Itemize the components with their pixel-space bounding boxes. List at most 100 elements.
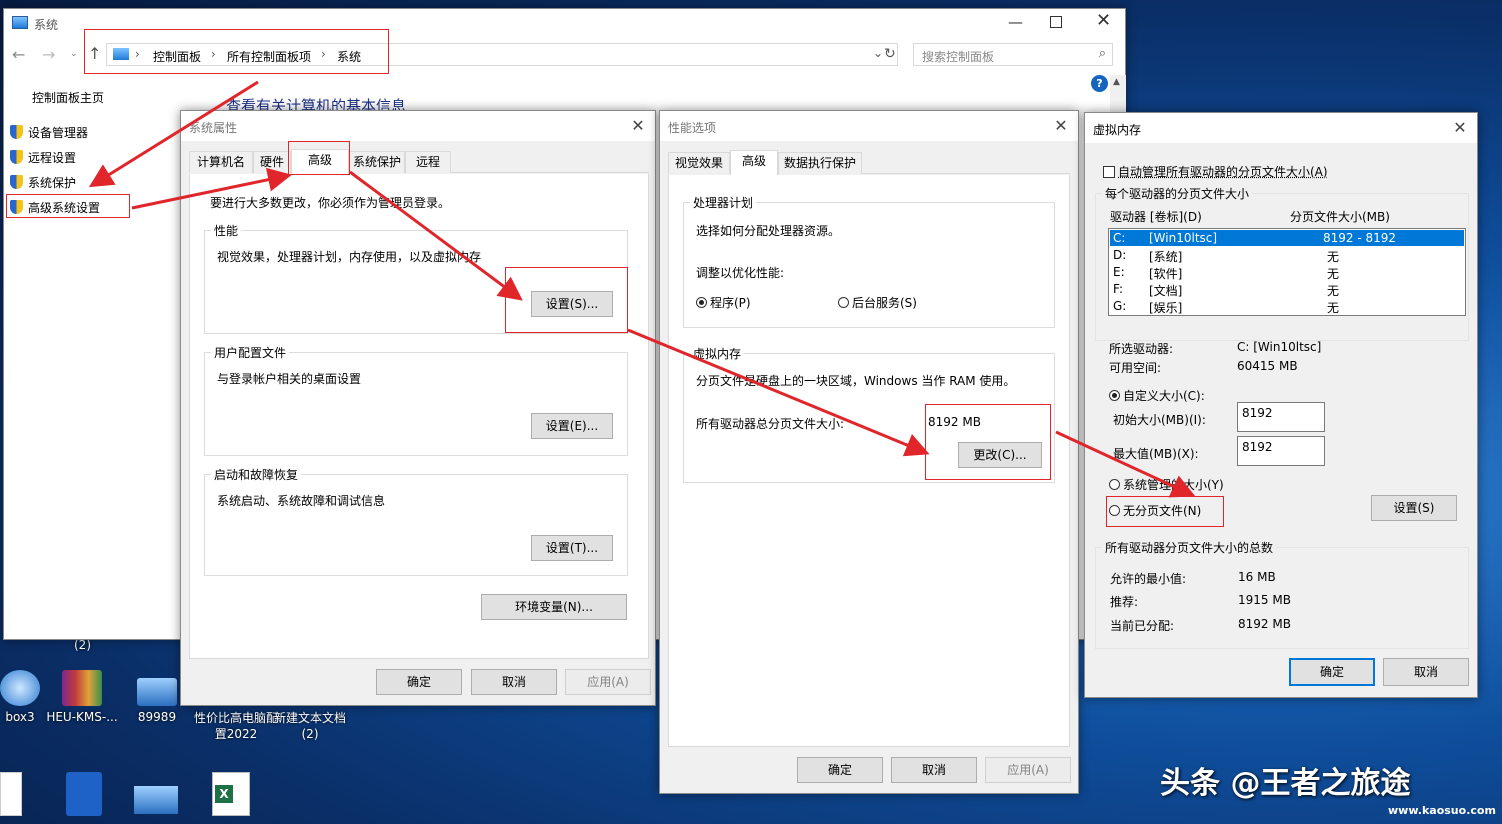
chevron-down-icon[interactable]: ⌄ xyxy=(873,46,883,60)
group-label: 启动和故障恢复 xyxy=(211,466,302,483)
cancel-button[interactable]: 取消 xyxy=(471,669,557,695)
tab-system-protection[interactable]: 系统保护 xyxy=(349,151,405,173)
radio-system-managed[interactable]: 系统管理的大小(Y) xyxy=(1109,476,1224,493)
recommended-value: 1915 MB xyxy=(1238,593,1291,607)
tab-dep[interactable]: 数据执行保护 xyxy=(778,152,862,174)
tab-remote[interactable]: 远程 xyxy=(405,151,451,173)
radio-selected-icon xyxy=(1109,390,1120,401)
desktop-icon-label: 新建文本文档 (2) xyxy=(273,711,346,741)
forward-arrow-icon[interactable]: → xyxy=(42,45,55,64)
close-button[interactable]: ✕ xyxy=(1050,115,1072,137)
breadcrumb-item[interactable]: 系统 xyxy=(337,48,361,65)
drive-letter: F: xyxy=(1113,282,1124,296)
apply-button[interactable]: 应用(A) xyxy=(565,669,651,695)
optimize-label: 调整以优化性能: xyxy=(696,266,785,280)
performance-group: 性能 视觉效果，处理器计划，内存使用，以及虚拟内存 设置(S)... xyxy=(204,222,628,334)
change-button[interactable]: 更改(C)... xyxy=(958,442,1042,468)
group-label: 处理器计划 xyxy=(690,194,757,211)
computer-icon xyxy=(113,48,129,60)
totals-group: 所有驱动器分页文件大小的总数 允许的最小值: 16 MB 推荐: 1915 MB… xyxy=(1095,539,1469,649)
word-file-icon[interactable] xyxy=(0,772,22,816)
profile-settings-button[interactable]: 设置(E)... xyxy=(531,413,613,439)
tab-hardware[interactable]: 硬件 xyxy=(253,151,291,173)
image-file-icon[interactable] xyxy=(134,786,178,814)
radio-background[interactable]: 后台服务(S) xyxy=(838,294,917,311)
sidebar-item-advanced[interactable]: 高级系统设置 xyxy=(10,199,100,216)
excel-badge-icon: X xyxy=(215,785,233,803)
table-app-icon[interactable] xyxy=(66,772,102,816)
search-input[interactable]: 搜索控制面板 ⌕ xyxy=(913,43,1113,66)
tab-advanced[interactable]: 高级 xyxy=(291,149,349,174)
max-size-input[interactable]: 8192 xyxy=(1237,436,1325,466)
dialog-title: 性能选项 xyxy=(668,121,717,135)
maximize-button[interactable] xyxy=(1050,16,1062,28)
radio-programs[interactable]: 程序(P) xyxy=(696,294,751,311)
radio-label: 程序(P) xyxy=(710,296,751,310)
dialog-title: 虚拟内存 xyxy=(1093,123,1142,137)
close-button[interactable]: ✕ xyxy=(1096,10,1111,31)
user-profiles-group: 用户配置文件 与登录帐户相关的桌面设置 设置(E)... xyxy=(204,344,628,456)
breadcrumb-item[interactable]: 所有控制面板项 xyxy=(227,48,311,65)
group-label: 所有驱动器分页文件大小的总数 xyxy=(1102,539,1277,556)
minimize-button[interactable]: — xyxy=(1008,13,1023,31)
radio-icon xyxy=(1109,505,1120,516)
drive-label: [软件] xyxy=(1149,267,1183,281)
drive-label: [文档] xyxy=(1149,284,1183,298)
desktop-icon-heu-kms[interactable]: HEU-KMS-... xyxy=(42,670,122,724)
breadcrumb-item[interactable]: 控制面板 xyxy=(153,48,201,65)
admin-note: 要进行大多数更改，你必须作为管理员登录。 xyxy=(210,196,451,210)
radio-custom-size[interactable]: 自定义大小(C): xyxy=(1109,387,1205,404)
address-bar[interactable]: › 控制面板 › 所有控制面板项 › 系统 ⌄ xyxy=(106,43,898,66)
apply-button[interactable]: 应用(A) xyxy=(985,757,1071,783)
chevron-right-icon: › xyxy=(321,47,326,61)
excel-file-icon[interactable]: X xyxy=(212,772,250,816)
sidebar-item-label: 高级系统设置 xyxy=(28,201,101,215)
group-label: 每个驱动器的分页文件大小 xyxy=(1102,185,1253,202)
profile-description: 与登录帐户相关的桌面设置 xyxy=(217,372,362,386)
back-arrow-icon[interactable]: ← xyxy=(12,45,25,64)
app-icon xyxy=(0,670,40,706)
ok-button[interactable]: 确定 xyxy=(797,757,883,783)
drive-size: 无 xyxy=(1327,301,1340,315)
recommended-label: 推荐: xyxy=(1110,595,1139,609)
tab-advanced[interactable]: 高级 xyxy=(730,150,778,175)
cancel-button[interactable]: 取消 xyxy=(891,757,977,783)
shield-icon xyxy=(10,200,23,214)
tab-computer-name[interactable]: 计算机名 xyxy=(189,151,253,173)
selected-drive-label: 所选驱动器: xyxy=(1109,342,1174,356)
refresh-icon[interactable]: ↻ xyxy=(884,46,896,62)
help-icon[interactable]: ? xyxy=(1091,75,1108,92)
ok-button[interactable]: 确定 xyxy=(1289,658,1375,686)
sidebar-item-device-manager[interactable]: 设备管理器 xyxy=(10,124,88,141)
initial-size-input[interactable]: 8192 xyxy=(1237,402,1325,432)
sidebar-item-remote[interactable]: 远程设置 xyxy=(10,149,76,166)
up-arrow-icon[interactable]: ↑ xyxy=(88,44,101,63)
cancel-button[interactable]: 取消 xyxy=(1383,658,1469,686)
processor-scheduling-group: 处理器计划 选择如何分配处理器资源。 调整以优化性能: 程序(P) 后台服务(S… xyxy=(683,194,1055,328)
tab-strip: 计算机名 硬件 高级 系统保护 远程 xyxy=(189,149,649,174)
sidebar-item-protection[interactable]: 系统保护 xyxy=(10,174,76,191)
close-button[interactable]: ✕ xyxy=(627,115,649,137)
auto-manage-checkbox[interactable]: 自动管理所有驱动器的分页文件大小(A) xyxy=(1103,163,1328,180)
startup-recovery-group: 启动和故障恢复 系统启动、系统故障和调试信息 设置(T)... xyxy=(204,466,628,576)
ok-button[interactable]: 确定 xyxy=(376,669,462,695)
radio-no-paging[interactable]: 无分页文件(N) xyxy=(1109,502,1201,519)
startup-settings-button[interactable]: 设置(T)... xyxy=(531,535,613,561)
scroll-up-icon[interactable]: ▲ xyxy=(1113,77,1120,87)
drive-list[interactable]: C: [Win10ltsc] 8192 - 8192 D: [系统] 无 E: … xyxy=(1108,228,1466,316)
radio-selected-icon xyxy=(696,297,707,308)
set-button[interactable]: 设置(S) xyxy=(1371,495,1457,521)
sidebar-home-link[interactable]: 控制面板主页 xyxy=(32,89,104,106)
search-icon: ⌕ xyxy=(1098,46,1106,61)
radio-label: 后台服务(S) xyxy=(852,296,917,310)
per-drive-group: 每个驱动器的分页文件大小 驱动器 [卷标](D) 分页文件大小(MB) C: [… xyxy=(1095,185,1469,341)
dialog-title: 系统属性 xyxy=(189,121,238,135)
env-variables-button[interactable]: 环境变量(N)... xyxy=(481,594,627,620)
close-button[interactable]: ✕ xyxy=(1449,117,1471,139)
recent-dropdown-icon[interactable]: ⌄ xyxy=(70,49,78,59)
tab-visual-effects[interactable]: 视觉效果 xyxy=(668,152,730,174)
min-allowed-label: 允许的最小值: xyxy=(1110,572,1187,586)
drive-size: 8192 - 8192 xyxy=(1323,231,1397,245)
watermark-text: 头条 @王者之旅途 xyxy=(1160,766,1411,801)
perf-settings-button[interactable]: 设置(S)... xyxy=(531,291,613,317)
